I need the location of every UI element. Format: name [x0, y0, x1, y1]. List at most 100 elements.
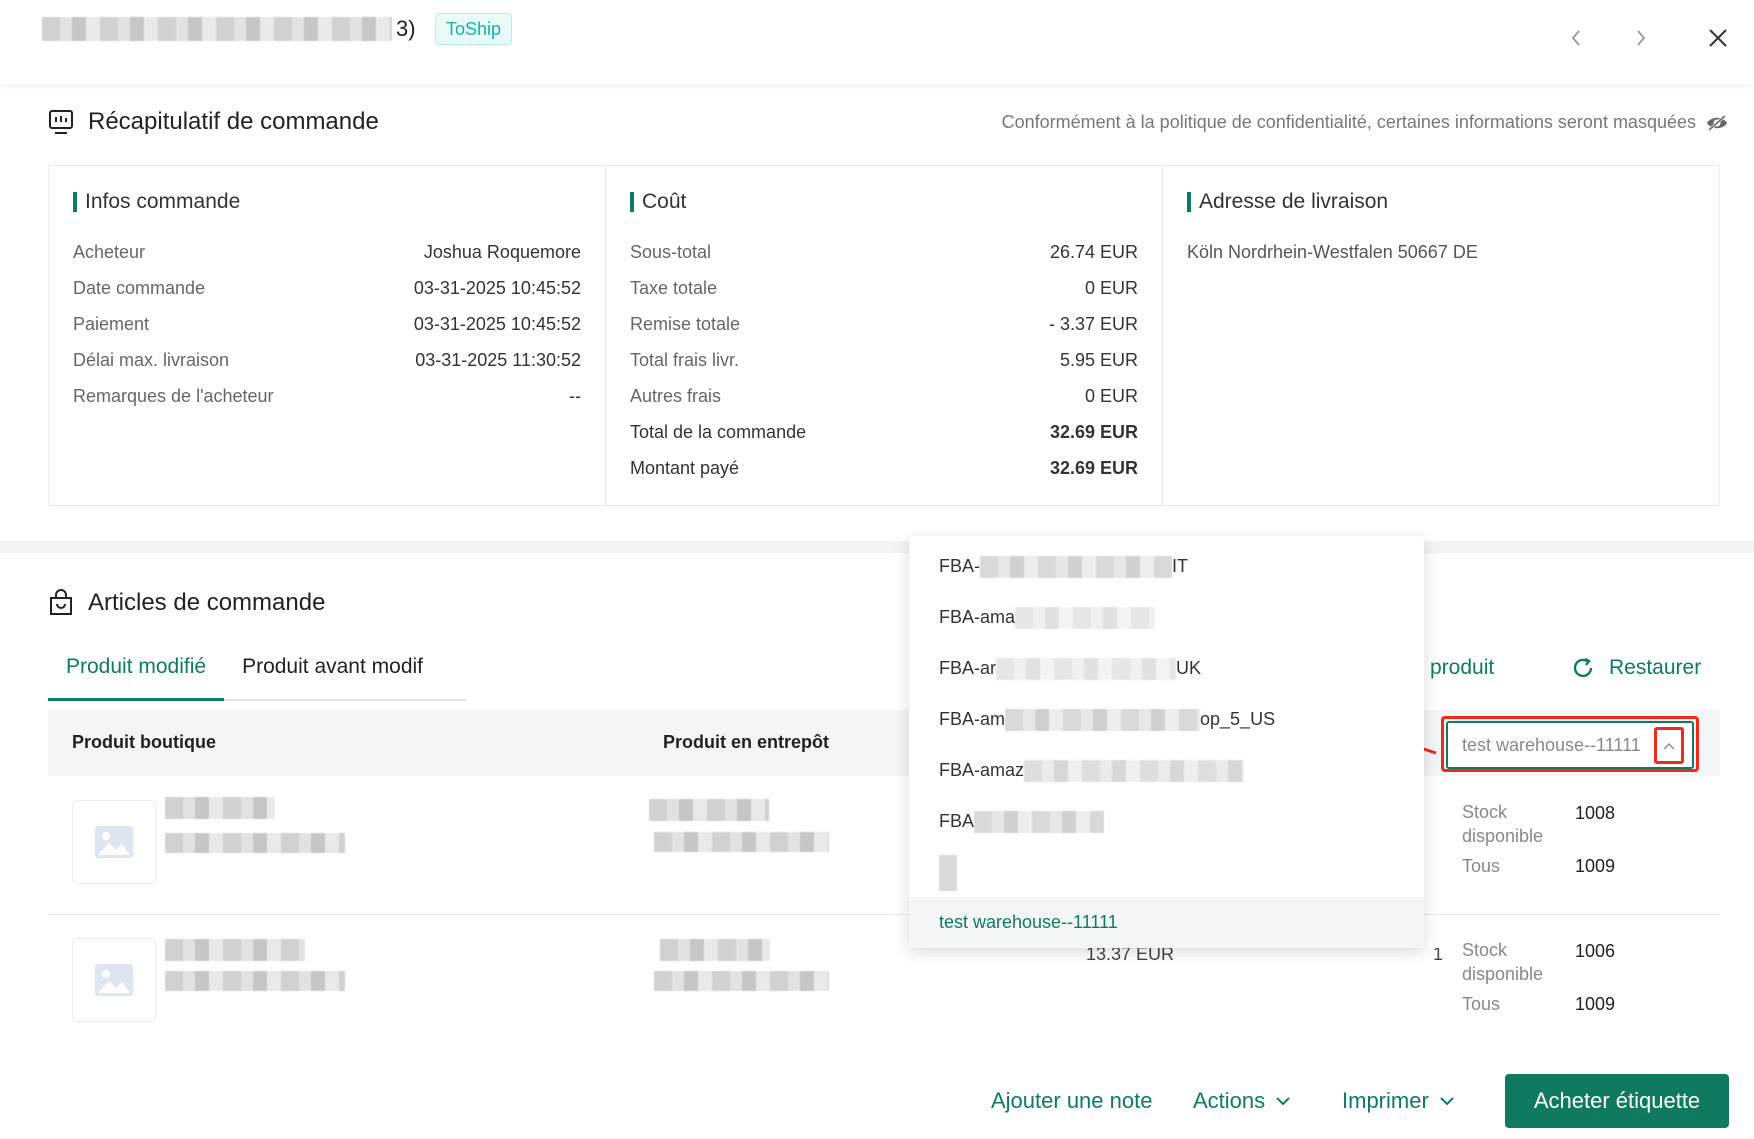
cost-value: 32.69 EUR — [1049, 458, 1138, 478]
order-number: 3) — [42, 14, 416, 44]
option-prefix: FBA-amaz — [939, 760, 1025, 780]
close-icon — [1709, 29, 1727, 47]
warehouse-option[interactable]: FBA-amaz — [909, 745, 1424, 796]
info-row: Délai max. livraison 03-31-2025 11:30:52 — [73, 342, 581, 378]
chevron-down-icon — [1276, 1097, 1290, 1106]
cost-title: Coût — [630, 191, 1138, 212]
info-label: Date commande — [73, 278, 206, 298]
stock-all-value: 1009 — [1575, 856, 1616, 876]
warehouse-option[interactable]: FBA-ama — [909, 592, 1424, 643]
warehouse-option[interactable]: FBA — [909, 796, 1424, 847]
eye-hidden-icon[interactable] — [1706, 114, 1728, 132]
warehouse-option-selected[interactable]: test warehouse--11111 — [909, 897, 1424, 948]
cost-value: 26.74 EUR — [1049, 242, 1138, 262]
next-order-button[interactable] — [1621, 18, 1661, 58]
info-label: Délai max. livraison — [73, 350, 230, 370]
tab-modified-product[interactable]: Produit modifié — [48, 646, 225, 701]
masked-warehouse-product — [649, 799, 769, 821]
masked-option-text — [996, 657, 1177, 680]
status-badge: ToShip — [435, 13, 513, 45]
cost-row: Taxe totale 0 EUR — [630, 270, 1138, 306]
chevron-down-icon — [1440, 1097, 1454, 1106]
address-column: Adresse de livraison Köln Nordrhein-West… — [1163, 166, 1719, 505]
masked-option-text — [1015, 606, 1156, 629]
info-row: Remarques de l'acheteur -- — [73, 378, 581, 414]
footer-bar — [0, 1052, 1754, 1139]
stock-all-label: Tous — [1462, 994, 1501, 1014]
print-dropdown[interactable]: Imprimer — [1342, 1088, 1455, 1114]
masked-product-sku — [165, 833, 345, 853]
warehouse-option[interactable]: FBA-ar UK — [909, 643, 1424, 694]
order-summary-panel: Infos commande Acheteur Joshua Roquemore … — [48, 165, 1720, 506]
option-prefix: FBA-ar — [939, 658, 997, 678]
chevron-right-icon — [1637, 30, 1646, 46]
price-value-partial: 13.37 EUR — [1086, 948, 1175, 960]
cost-row-total: Total de la commande 32.69 EUR — [630, 414, 1138, 450]
cost-value: - 3.37 EUR — [1048, 314, 1138, 334]
masked-option-text — [974, 810, 1105, 833]
quantity-value-partial: 1 — [1433, 948, 1444, 960]
print-label: Imprimer — [1342, 1088, 1429, 1113]
cost-value: 5.95 EUR — [1059, 350, 1138, 370]
summary-title-text: Récapitulatif de commande — [88, 108, 379, 135]
stock-all-value: 1009 — [1575, 994, 1616, 1014]
items-title-text: Articles de commande — [88, 589, 326, 616]
warehouse-option[interactable]: FBA-am op_5_US — [909, 694, 1424, 745]
stock-all-label: Tous — [1462, 856, 1501, 876]
info-row: Acheteur Joshua Roquemore — [73, 234, 581, 270]
column-shop-product: Produit boutique — [72, 732, 216, 752]
column-warehouse-product: Produit en entrepôt — [663, 732, 829, 752]
add-note-button[interactable]: Ajouter une note — [991, 1088, 1152, 1114]
buy-label-button[interactable]: Acheter étiquette — [1505, 1074, 1729, 1128]
buy-label-text: Acheter étiquette — [1533, 1088, 1701, 1113]
product-tabs: Produit modifié Produit avant modif — [48, 646, 466, 701]
info-value: -- — [569, 386, 581, 406]
warehouse-option[interactable]: FBA- IT — [909, 541, 1424, 592]
shipping-address: Köln Nordrhein-Westfalen 50667 DE — [1187, 242, 1478, 262]
option-suffix: UK — [1176, 658, 1202, 678]
cost-value: 32.69 EUR — [1049, 422, 1138, 442]
product-thumbnail — [72, 938, 156, 1022]
masked-option-text — [1024, 759, 1245, 782]
masked-product-name — [165, 939, 305, 961]
section-divider — [0, 541, 1754, 553]
cost-row-paid: Montant payé 32.69 EUR — [630, 450, 1138, 486]
option-prefix: FBA-am — [939, 709, 1006, 729]
masked-product-name — [165, 797, 275, 819]
masked-warehouse-product — [660, 939, 770, 961]
masked-order-number — [42, 17, 392, 41]
option-prefix: FBA-ama — [939, 607, 1016, 627]
image-placeholder-icon — [95, 826, 133, 858]
warehouse-select-toggle[interactable] — [1654, 727, 1684, 764]
cost-value: 0 EUR — [1084, 278, 1138, 298]
previous-order-button[interactable] — [1556, 18, 1596, 58]
cost-label: Total frais livr. — [630, 350, 740, 370]
stock-available-label: Stock disponible — [1462, 940, 1544, 984]
order-info-column: Infos commande Acheteur Joshua Roquemore … — [49, 166, 606, 505]
order-info-title: Infos commande — [73, 191, 581, 212]
cost-row: Total frais livr. 5.95 EUR — [630, 342, 1138, 378]
warehouse-option[interactable] — [909, 847, 1424, 898]
cost-row: Remise totale - 3.37 EUR — [630, 306, 1138, 342]
add-note-label: Ajouter une note — [991, 1088, 1153, 1113]
chevron-left-icon — [1571, 30, 1580, 46]
tab-original-product[interactable]: Produit avant modif — [224, 646, 441, 699]
close-button[interactable] — [1698, 18, 1738, 58]
restore-button[interactable]: Restaurer — [1571, 656, 1701, 680]
stock-available-value: 1006 — [1575, 941, 1616, 961]
masked-option-text — [939, 854, 957, 891]
info-value: 03-31-2025 10:45:52 — [413, 278, 581, 298]
cost-label: Sous-total — [630, 242, 712, 262]
cost-value: 0 EUR — [1084, 386, 1138, 406]
masked-option-text — [980, 555, 1173, 578]
option-label: test warehouse--11111 — [939, 912, 1118, 932]
image-placeholder-icon — [95, 964, 133, 996]
info-label: Acheteur — [73, 242, 146, 262]
address-title: Adresse de livraison — [1187, 191, 1695, 212]
option-suffix: IT — [1172, 556, 1189, 576]
monitor-icon — [49, 110, 73, 134]
items-title: Articles de commande — [48, 589, 325, 617]
cost-column: Coût Sous-total 26.74 EUR Taxe totale 0 EU… — [606, 166, 1163, 505]
actions-dropdown[interactable]: Actions — [1193, 1088, 1291, 1114]
table-row: 13.37 EUR 1 Stock disponible 1006 Tous 1… — [48, 915, 1720, 1053]
